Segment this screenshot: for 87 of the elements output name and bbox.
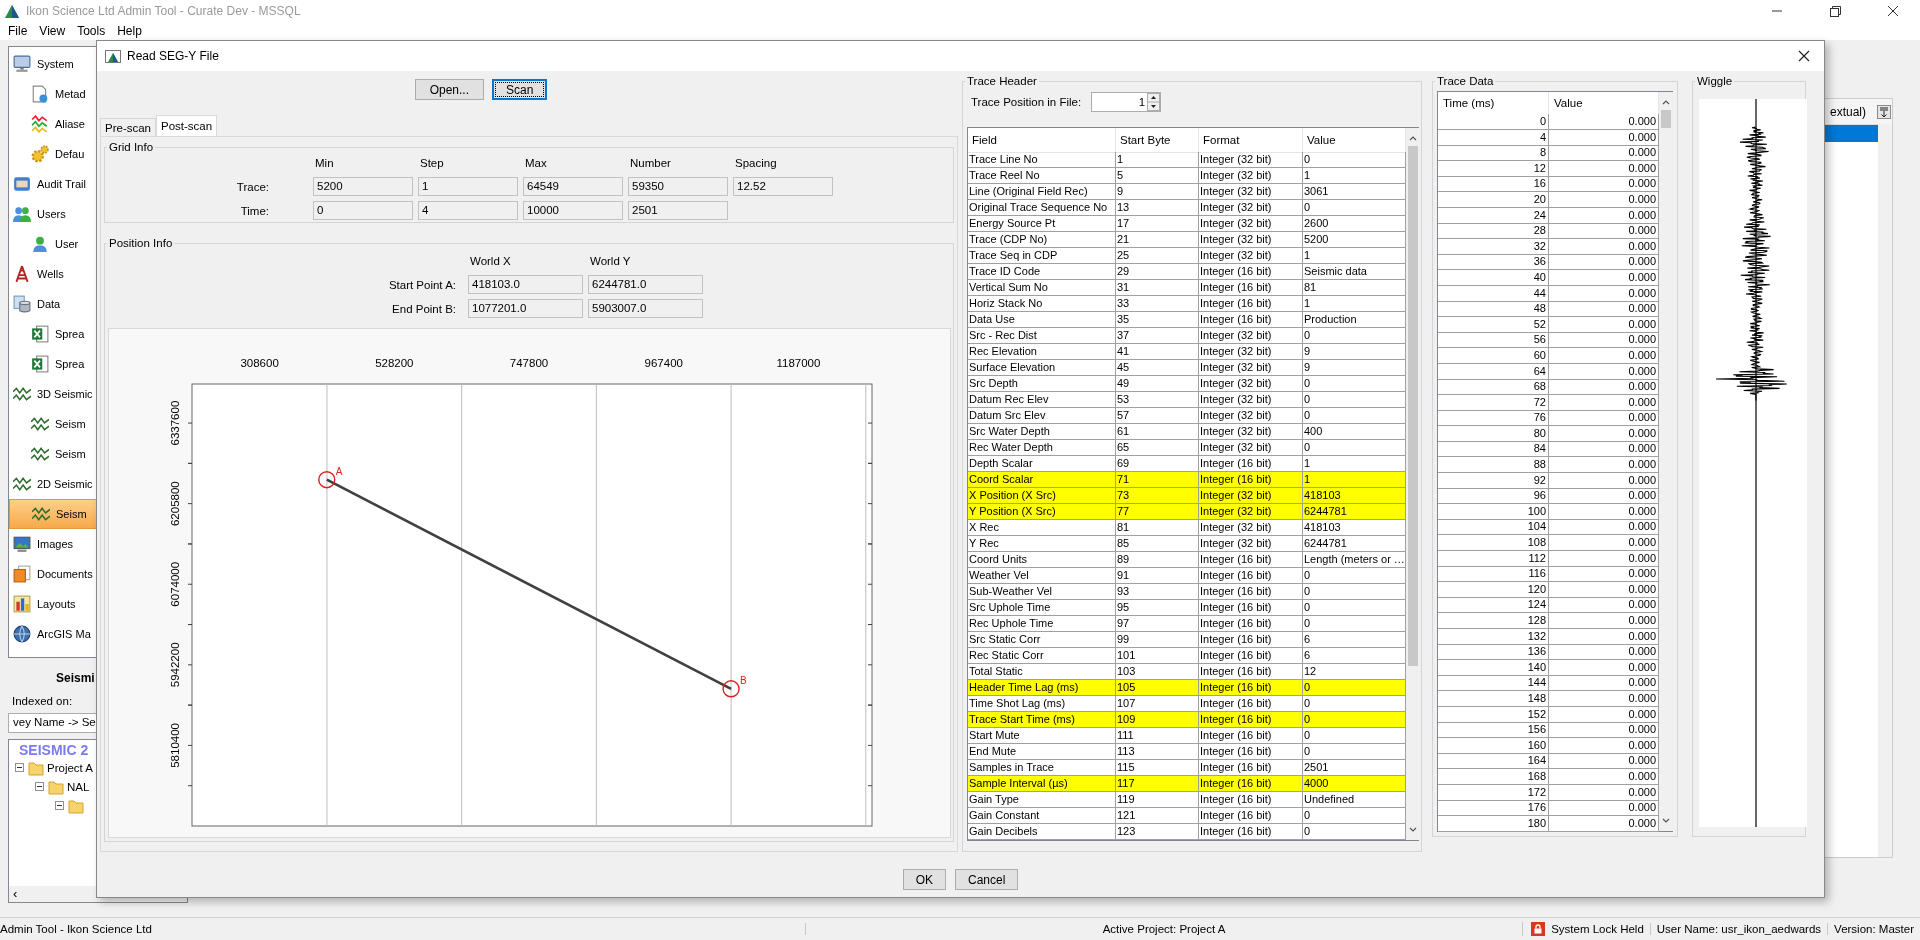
column-label: Spacing bbox=[734, 157, 778, 169]
window-title: Ikon Science Ltd Admin Tool - Curate Dev - MSSQL bbox=[26, 4, 301, 18]
table-cell: 72 bbox=[1438, 394, 1549, 411]
group-title: Wiggle bbox=[1696, 75, 1734, 87]
table-cell: 16 bbox=[1438, 176, 1549, 193]
table-cell: 104 bbox=[1438, 519, 1549, 536]
axis-tick-label: 747800 bbox=[509, 357, 549, 369]
table-cell: 64 bbox=[1438, 363, 1549, 380]
status-text: User Name: usr_ikon_aedwards bbox=[1649, 923, 1828, 935]
row-label: Trace: bbox=[235, 180, 270, 193]
row-label: End Point B: bbox=[391, 302, 457, 315]
table-cell: 148 bbox=[1438, 690, 1549, 707]
table-cell: 52 bbox=[1438, 316, 1549, 333]
table-cell: 176 bbox=[1438, 800, 1549, 817]
point-label: B bbox=[740, 674, 747, 686]
panel-title: Seismi bbox=[56, 671, 96, 685]
table-cell: 172 bbox=[1438, 784, 1549, 801]
group-title: Trace Data bbox=[1436, 75, 1495, 87]
table-cell: 128 bbox=[1438, 613, 1549, 629]
table-cell: Integer (16 bit) bbox=[1199, 824, 1303, 840]
axis-tick-label: 6074000 bbox=[169, 561, 181, 607]
table-cell: 24 bbox=[1438, 207, 1549, 224]
column-label: Max bbox=[524, 157, 548, 169]
table-cell: 123 bbox=[1116, 824, 1199, 840]
axis-tick-label: 308600 bbox=[240, 357, 279, 369]
group-title: Position Info bbox=[108, 237, 174, 249]
table-cell: 68 bbox=[1438, 379, 1549, 396]
table-cell: 164 bbox=[1438, 753, 1549, 770]
table-cell: 40 bbox=[1438, 269, 1549, 286]
field-label: Indexed on: bbox=[12, 695, 74, 707]
table-cell: 116 bbox=[1438, 566, 1549, 583]
table-cell: 140 bbox=[1438, 659, 1549, 676]
axis-tick-label: 967400 bbox=[644, 357, 683, 369]
axis-tick-label: 5942200 bbox=[169, 642, 181, 688]
table-cell: 56 bbox=[1438, 332, 1549, 349]
table-cell: 36 bbox=[1438, 254, 1549, 271]
column-label: Min bbox=[314, 157, 335, 169]
table-cell: 0 bbox=[1438, 114, 1549, 130]
table-cell: 80 bbox=[1438, 425, 1549, 442]
row-label: Time: bbox=[239, 204, 270, 217]
point-label: A bbox=[335, 465, 343, 477]
axis-tick-label: 1187000 bbox=[776, 357, 821, 369]
table-cell: 100 bbox=[1438, 503, 1549, 520]
table-cell: 48 bbox=[1438, 301, 1549, 318]
table-cell: 136 bbox=[1438, 644, 1549, 661]
row-label: Start Point A: bbox=[387, 278, 457, 291]
table-cell: 124 bbox=[1438, 597, 1549, 614]
table-cell: 152 bbox=[1438, 706, 1549, 723]
table-cell: 88 bbox=[1438, 457, 1549, 474]
axis-tick-label: 6337600 bbox=[169, 400, 181, 446]
column-label: Step bbox=[419, 157, 445, 169]
table-cell: 92 bbox=[1438, 472, 1549, 489]
status-text: System Lock Held bbox=[1551, 923, 1644, 935]
table-cell: 156 bbox=[1438, 722, 1549, 739]
table-cell: 28 bbox=[1438, 223, 1549, 240]
column-label: World Y bbox=[589, 255, 632, 267]
table-cell: 160 bbox=[1438, 737, 1549, 754]
table-cell: 44 bbox=[1438, 285, 1549, 302]
field-label: Trace Position in File: bbox=[971, 96, 1082, 108]
table-cell: 20 bbox=[1438, 191, 1549, 208]
table-cell: 108 bbox=[1438, 535, 1549, 552]
table-cell: Gain Decibels bbox=[968, 824, 1116, 840]
dialog-title: Read SEG-Y File bbox=[127, 49, 219, 63]
status-text: Active Project: Project A bbox=[1101, 923, 1227, 935]
table-cell: 96 bbox=[1438, 488, 1549, 505]
axis-tick-label: 6205800 bbox=[169, 481, 181, 527]
column-label: World X bbox=[469, 255, 512, 267]
table-cell: 180 bbox=[1438, 815, 1549, 832]
table-cell: 76 bbox=[1438, 410, 1549, 427]
table-cell: 60 bbox=[1438, 347, 1549, 364]
table-cell: 4 bbox=[1438, 129, 1549, 146]
axis-tick-label: 528200 bbox=[375, 357, 414, 369]
group-title: Trace Header bbox=[966, 75, 1038, 87]
group-title: Grid Info bbox=[108, 141, 155, 153]
status-text: Version: Master bbox=[1827, 923, 1920, 935]
table-cell: 168 bbox=[1438, 768, 1549, 785]
table-cell: 120 bbox=[1438, 581, 1549, 598]
table-cell: 112 bbox=[1438, 550, 1549, 567]
table-cell: 84 bbox=[1438, 441, 1549, 458]
table-cell: 12 bbox=[1438, 160, 1549, 177]
column-label: Number bbox=[629, 157, 672, 169]
axis-tick-label: 5810400 bbox=[169, 723, 181, 768]
table-cell: 132 bbox=[1438, 628, 1549, 645]
status-text: Admin Tool - Ikon Science Ltd bbox=[0, 923, 806, 935]
table-cell: 32 bbox=[1438, 238, 1549, 255]
table-cell: 144 bbox=[1438, 675, 1549, 692]
table-cell: 8 bbox=[1438, 145, 1549, 162]
